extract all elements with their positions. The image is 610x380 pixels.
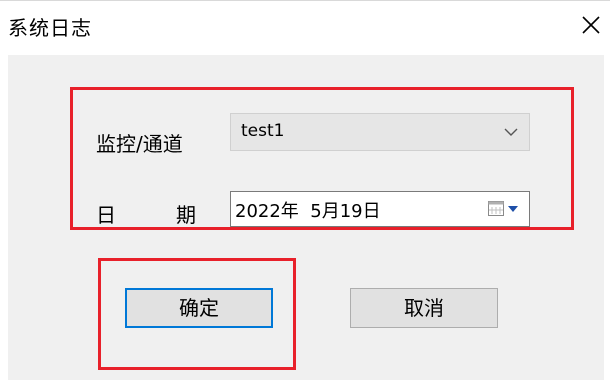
close-icon — [582, 16, 600, 34]
date-label-first-char: 日 — [96, 203, 116, 227]
chevron-down-icon — [504, 128, 518, 136]
close-button[interactable] — [580, 14, 602, 36]
cancel-button[interactable]: 取消 — [350, 288, 498, 328]
date-picker-field[interactable]: 2022年 5月19日 — [230, 191, 530, 227]
channel-select[interactable]: test1 — [230, 113, 530, 151]
calendar-icon[interactable] — [487, 200, 521, 218]
system-log-dialog: 系统日志 监控/通道 test1 日 期 2022年 5月19日 确定 取消 — [0, 0, 610, 380]
channel-select-value: test1 — [241, 121, 285, 141]
date-picker-value: 2022年 5月19日 — [235, 201, 381, 222]
title-bar-divider — [0, 0, 610, 1]
channel-label: 监控/通道 — [96, 132, 183, 156]
dialog-title: 系统日志 — [8, 16, 92, 40]
ok-button[interactable]: 确定 — [125, 288, 273, 328]
date-label-second-char: 期 — [176, 203, 196, 227]
dialog-body: 监控/通道 test1 日 期 2022年 5月19日 确定 取消 — [8, 55, 604, 380]
